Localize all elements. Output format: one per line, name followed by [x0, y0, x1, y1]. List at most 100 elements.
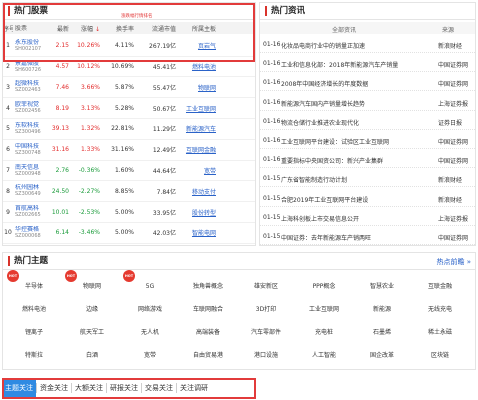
news-item[interactable]: 01-16 重要指标中央国资公司：新兴产业集群 中国证券网	[260, 151, 475, 169]
news-item[interactable]: 01-15 中国证券：去年新能源车产销两旺 中国证券网	[260, 228, 475, 245]
news-title-link[interactable]: 广东省智能制造行动计划	[281, 175, 429, 184]
stock-row[interactable]: 8 杭州园林 SZ300649 24.50 -2.27% 8.85% 7.84亿 移动支付	[3, 182, 255, 203]
theme-tag[interactable]: 网络游戏	[125, 302, 175, 317]
col-change[interactable]: 涨幅 ↓	[69, 24, 100, 33]
stock-row[interactable]: 10 华控赛格 SZ000068 6.14 -3.46% 5.00% 42.03亿 智能电网	[3, 223, 255, 244]
stock-name-cell[interactable]: 杭州园林 SZ300649	[13, 184, 45, 198]
focus-tab[interactable]: 主题关注	[2, 378, 36, 398]
news-title-link[interactable]: 中国证券：去年新能源车产销两旺	[281, 233, 429, 242]
theme-tag[interactable]: 新能源	[357, 302, 407, 317]
focus-tab[interactable]: 研报关注	[107, 378, 141, 398]
theme-tag[interactable]: 互联金融	[415, 279, 465, 294]
news-title-link[interactable]: 重要指标中央国资公司：新兴产业集群	[281, 156, 429, 165]
theme-tag[interactable]: 锂离子	[9, 325, 59, 340]
stock-sector-link[interactable]: 新能源汽车	[186, 126, 216, 133]
stock-row[interactable]: 7 南天信息 SZ000948 2.76 -0.36% 1.60% 44.64亿 宽带	[3, 161, 255, 182]
stock-name[interactable]: 华控赛格	[15, 226, 45, 233]
theme-tag[interactable]: 雄安新区	[241, 279, 291, 294]
news-title-link[interactable]: 化妆品电商行业中的销量正加速	[281, 41, 429, 50]
stock-name[interactable]: 中国科技	[15, 143, 45, 150]
news-title-link[interactable]: 工业互联网平台建设：试验区工业互联网	[281, 137, 429, 146]
theme-tag[interactable]: 宽带	[125, 348, 175, 363]
news-item[interactable]: 01-16 新能源汽车国内产销量增长趋势 上海证券报	[260, 94, 475, 111]
col-turnover[interactable]: 换手率	[100, 24, 134, 33]
stock-name-cell[interactable]: 中国科技 SZ300748	[13, 143, 45, 157]
theme-tag[interactable]: 稀土永磁	[415, 325, 465, 340]
news-item[interactable]: 01-15 广东省智能制造行动计划 新浪财经	[260, 170, 475, 188]
stock-row[interactable]: 2 景嘉微股 SH600726 4.57 10.12% 10.69% 45.41亿 燃料电池	[3, 57, 255, 78]
stock-name-cell[interactable]: 首航高科 SZ002665	[13, 205, 45, 219]
news-title-link[interactable]: 物流仓储行业推进农业现代化	[281, 118, 429, 127]
theme-tag[interactable]: 充电桩	[299, 325, 349, 340]
stock-name[interactable]: 景嘉微股	[15, 60, 45, 67]
theme-tag[interactable]: 智慧农业	[357, 279, 407, 294]
news-item[interactable]: 01-16 工业和信息化部：2018年新能源汽车产销量 中国证券网	[260, 55, 475, 73]
news-title-link[interactable]: 合肥2019年工业互联网平台建设	[281, 195, 429, 204]
theme-tag[interactable]: 燃料电池	[9, 302, 59, 317]
news-item[interactable]: 01-15 上海科创板上市交易信息公开 上海证券报	[260, 209, 475, 226]
stock-name[interactable]: 南天信息	[15, 164, 45, 171]
news-item[interactable]: 01-16 化妆品电商行业中的销量正加速 新浪财经	[260, 36, 475, 53]
focus-tab[interactable]: 关注调研	[177, 378, 211, 398]
theme-tag[interactable]: 车联网融合	[183, 302, 233, 317]
col-market-cap[interactable]: 流通市值	[134, 24, 176, 33]
stock-sector-link[interactable]: 移动支付	[192, 189, 216, 196]
stock-sector-link[interactable]: 互联网金融	[186, 147, 216, 154]
theme-tag[interactable]: 港口设施	[241, 348, 291, 363]
stock-row[interactable]: 6 中国科技 SZ300748 31.16 1.33% 31.16% 12.49亿 互联网金融	[3, 140, 255, 161]
news-item[interactable]: 01-16 2008年中国经济增长的年度数据 中国证券网	[260, 74, 475, 92]
news-title-link[interactable]: 2008年中国经济增长的年度数据	[281, 79, 429, 88]
col-price[interactable]: 最新	[45, 24, 69, 33]
theme-tag[interactable]: 区块链	[415, 348, 465, 363]
focus-tab[interactable]: 交易关注	[142, 378, 176, 398]
stock-row[interactable]: 9 首航高科 SZ002665 10.01 -2.53% 5.00% 33.95亿 股份转型	[3, 202, 255, 223]
stock-name-cell[interactable]: 欧菲视觉 SZ002456	[13, 101, 45, 115]
stock-name[interactable]: 东软科技	[15, 122, 45, 129]
stock-name[interactable]: 超微科技	[15, 80, 45, 87]
stock-sector-link[interactable]: 股份转型	[192, 210, 216, 217]
focus-tab[interactable]: 资金关注	[37, 378, 71, 398]
theme-tag[interactable]: 3D打印	[241, 302, 291, 317]
stock-name[interactable]: 欧菲视觉	[15, 101, 45, 108]
focus-tab[interactable]: 大额关注	[72, 378, 106, 398]
themes-more-link[interactable]: 热点前瞻 »	[436, 257, 471, 267]
stock-row[interactable]: 4 欧菲视觉 SZ002456 8.19 3.13% 5.28% 50.67亿 工业互联网	[3, 98, 255, 119]
stock-row[interactable]: 5 东软科技 SZ300496 39.13 1.32% 22.81% 11.29亿 新能源汽车	[3, 119, 255, 140]
stock-sector-link[interactable]: 宽带	[204, 168, 216, 175]
stock-name-cell[interactable]: 东软科技 SZ300496	[13, 122, 45, 136]
theme-tag[interactable]: 汽车零部件	[241, 325, 291, 340]
news-item[interactable]: 01-16 工业互联网平台建设：试验区工业互联网 中国证券网	[260, 132, 475, 149]
theme-tag[interactable]: 石墨烯	[357, 325, 407, 340]
theme-tag[interactable]: 半导体	[9, 279, 59, 294]
theme-tag[interactable]: 边缘	[67, 302, 117, 317]
stock-name-cell[interactable]: 景嘉微股 SH600726	[13, 60, 45, 74]
theme-tag[interactable]: 5G	[125, 279, 175, 294]
stock-name-cell[interactable]: 永东股份 SH002107	[13, 39, 45, 53]
news-item[interactable]: 01-15 合肥2019年工业互联网平台建设 新浪财经	[260, 190, 475, 207]
stock-sector-link[interactable]: 物联网	[198, 85, 216, 92]
theme-tag[interactable]: 国企改革	[357, 348, 407, 363]
news-title-link[interactable]: 新能源汽车国内产销量增长趋势	[281, 99, 429, 108]
theme-tag[interactable]: 无人机	[125, 325, 175, 340]
theme-tag[interactable]: 航天军工	[67, 325, 117, 340]
stock-sector-link[interactable]: 智能电网	[192, 230, 216, 237]
theme-tag[interactable]: 自由贸易港	[183, 348, 233, 363]
stock-sector-link[interactable]: 页岩气	[198, 43, 216, 50]
news-item[interactable]: 01-16 物流仓储行业推进农业现代化 证券日报	[260, 113, 475, 130]
theme-tag[interactable]: 无线充电	[415, 302, 465, 317]
stock-row[interactable]: 1 永东股份 SH002107 2.15 10.26% 4.11% 267.19亿 页岩气	[3, 36, 255, 57]
news-title-link[interactable]: 上海科创板上市交易信息公开	[281, 214, 429, 223]
theme-tag[interactable]: 高端装备	[183, 325, 233, 340]
theme-tag[interactable]: 工业互联网	[299, 302, 349, 317]
news-title-link[interactable]: 工业和信息化部：2018年新能源汽车产销量	[281, 60, 429, 69]
stock-name-cell[interactable]: 超微科技 SZ002463	[13, 80, 45, 94]
stock-name-cell[interactable]: 南天信息 SZ000948	[13, 164, 45, 178]
stock-name-cell[interactable]: 华控赛格 SZ000068	[13, 226, 45, 240]
stock-name[interactable]: 首航高科	[15, 205, 45, 212]
theme-tag[interactable]: 白酒	[67, 348, 117, 363]
theme-tag[interactable]: PPP概念	[299, 279, 349, 294]
theme-tag[interactable]: 物联网	[67, 279, 117, 294]
stock-row[interactable]: 3 超微科技 SZ002463 7.46 3.66% 5.87% 55.47亿 物联网	[3, 78, 255, 99]
stock-sector-link[interactable]: 工业互联网	[186, 106, 216, 113]
stock-name[interactable]: 永东股份	[15, 39, 45, 46]
